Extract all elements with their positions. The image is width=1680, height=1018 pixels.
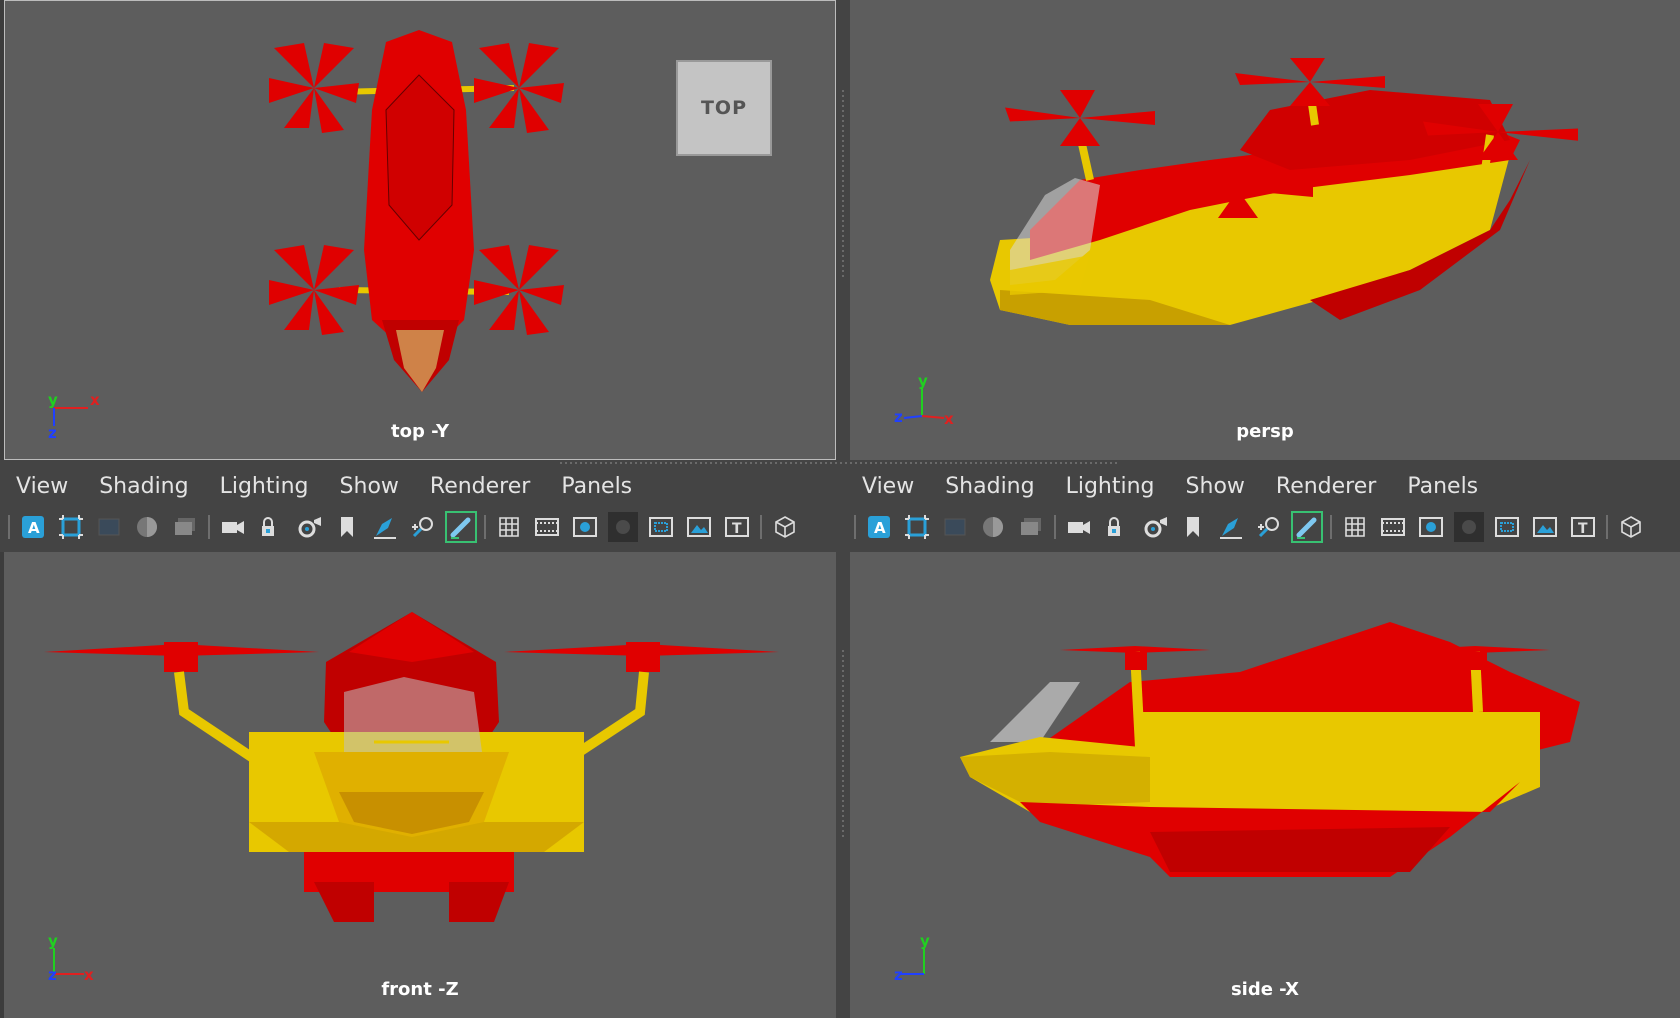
splitter-grip (842, 650, 844, 840)
image-plane-icon[interactable] (1016, 512, 1046, 542)
field-chart-icon[interactable] (1492, 512, 1522, 542)
select-camera-icon[interactable]: A (18, 512, 48, 542)
frame-icon[interactable] (56, 512, 86, 542)
menu-panels[interactable]: Panels (1407, 474, 1478, 499)
panel-toolbar: A T (854, 510, 1654, 544)
gate-mask-icon[interactable] (608, 512, 638, 542)
drone-model-persp (990, 58, 1578, 325)
menu-view[interactable]: View (16, 474, 68, 499)
pen-tool-icon[interactable] (370, 512, 400, 542)
resolution-gate-icon[interactable] (1416, 512, 1446, 542)
shading-ball-icon[interactable] (132, 512, 162, 542)
resolution-gate-icon[interactable] (570, 512, 600, 542)
frame-icon[interactable] (902, 512, 932, 542)
field-chart-icon[interactable] (646, 512, 676, 542)
image-plane-icon[interactable] (170, 512, 200, 542)
svg-text:T: T (1578, 521, 1588, 537)
drone-model-front (44, 612, 779, 922)
svg-text:y: y (920, 932, 930, 950)
safe-action-icon[interactable] (684, 512, 714, 542)
safe-title-icon[interactable]: T (722, 512, 752, 542)
camera-icon[interactable] (1064, 512, 1094, 542)
view-cube[interactable]: TOP (676, 60, 772, 156)
panel-toolbar: A T (8, 510, 808, 544)
camera-label: persp (1236, 421, 1294, 442)
lock-camera-icon[interactable] (256, 512, 286, 542)
lock-camera-icon[interactable] (1102, 512, 1132, 542)
camera-icon[interactable] (218, 512, 248, 542)
menu-renderer[interactable]: Renderer (430, 474, 530, 499)
grid-icon[interactable] (1340, 512, 1370, 542)
viewport-top[interactable]: TOP y x z top -Y (4, 0, 836, 460)
svg-text:y: y (918, 372, 928, 390)
splitter-grip (842, 90, 844, 280)
panel-bar-right: View Shading Lighting Show Renderer Pane… (846, 460, 1680, 552)
menu-renderer[interactable]: Renderer (1276, 474, 1376, 499)
menu-view[interactable]: View (862, 474, 914, 499)
svg-text:A: A (28, 519, 40, 537)
panel-bar-left: View Shading Lighting Show Renderer Pane… (0, 460, 840, 552)
paint-tool-icon[interactable] (445, 511, 477, 543)
pen-tool-icon[interactable] (1216, 512, 1246, 542)
menu-lighting[interactable]: Lighting (220, 474, 309, 499)
grid-toggle-icon[interactable] (94, 512, 124, 542)
svg-text:y: y (48, 391, 58, 409)
menu-show[interactable]: Show (1186, 474, 1245, 499)
menu-panels[interactable]: Panels (561, 474, 632, 499)
zoom-tool-icon[interactable] (408, 512, 438, 542)
svg-text:A: A (874, 519, 886, 537)
panel-menu-bar: View Shading Lighting Show Renderer Pane… (16, 474, 663, 499)
drone-model-side (960, 622, 1580, 877)
svg-text:x: x (90, 391, 100, 409)
wireframe-cube-icon[interactable] (1616, 512, 1646, 542)
film-gate-icon[interactable] (532, 512, 562, 542)
panel-menu-bar: View Shading Lighting Show Renderer Pane… (862, 474, 1509, 499)
grid-icon[interactable] (494, 512, 524, 542)
camera-attributes-icon[interactable] (294, 512, 324, 542)
gate-mask-icon[interactable] (1454, 512, 1484, 542)
camera-label: top -Y (391, 421, 449, 442)
camera-label: side -X (1230, 979, 1300, 1000)
menu-lighting[interactable]: Lighting (1066, 474, 1155, 499)
viewport-persp[interactable]: y z x persp (850, 0, 1680, 460)
paint-tool-icon[interactable] (1291, 511, 1323, 543)
safe-action-icon[interactable] (1530, 512, 1560, 542)
bookmark-icon[interactable] (1178, 512, 1208, 542)
menu-shading[interactable]: Shading (99, 474, 188, 499)
menu-show[interactable]: Show (340, 474, 399, 499)
safe-title-icon[interactable]: T (1568, 512, 1598, 542)
grid-toggle-icon[interactable] (940, 512, 970, 542)
camera-label: front -Z (381, 979, 459, 1000)
svg-text:y: y (48, 932, 58, 950)
viewport-side[interactable]: y z side -X (850, 552, 1680, 1018)
svg-text:T: T (732, 521, 742, 537)
viewport-front[interactable]: y z x front -Z (4, 552, 836, 1018)
select-camera-icon[interactable]: A (864, 512, 894, 542)
shading-ball-icon[interactable] (978, 512, 1008, 542)
wireframe-cube-icon[interactable] (770, 512, 800, 542)
zoom-tool-icon[interactable] (1254, 512, 1284, 542)
camera-attributes-icon[interactable] (1140, 512, 1170, 542)
bookmark-icon[interactable] (332, 512, 362, 542)
film-gate-icon[interactable] (1378, 512, 1408, 542)
menu-shading[interactable]: Shading (945, 474, 1034, 499)
